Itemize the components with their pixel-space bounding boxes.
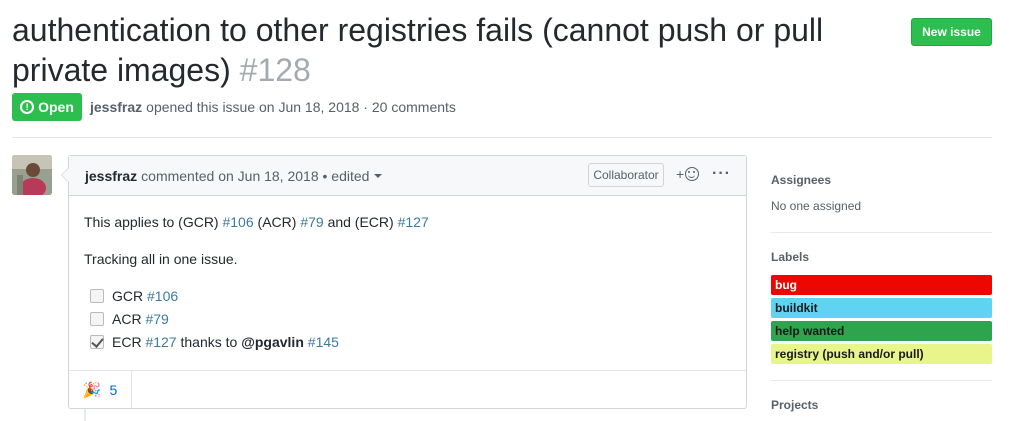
sidebar-divider: [771, 232, 992, 233]
issue-author-link[interactable]: jessfraz: [90, 99, 142, 115]
label-buildkit[interactable]: buildkit: [771, 298, 992, 318]
user-mention-link[interactable]: @pgavlin: [241, 332, 304, 352]
issue-ref-link[interactable]: #127: [398, 214, 429, 230]
status-label: Open: [38, 99, 74, 115]
sidebar-divider: [771, 380, 992, 381]
body-text: and (ECR): [327, 214, 394, 230]
label-name: bug: [775, 278, 797, 292]
issue-number: #128: [239, 52, 311, 88]
comment-paragraph: Tracking all in one issue.: [84, 251, 238, 267]
label-registry[interactable]: registry (push and/or pull): [771, 344, 992, 364]
issue-ref-link[interactable]: #79: [300, 214, 323, 230]
issue-ref-link[interactable]: #79: [145, 309, 168, 329]
issue-title-text: authentication to other registries fails…: [12, 12, 824, 88]
smiley-icon: [685, 167, 700, 181]
task-checkbox[interactable]: [90, 311, 104, 326]
comment-author-link[interactable]: jessfraz: [85, 168, 137, 184]
task-item: GCR #106: [84, 284, 731, 307]
task-item: ECR #127 thanks to @pgavlin #145: [84, 330, 731, 353]
avatar[interactable]: [12, 155, 52, 195]
reactions-bar: 🎉 5: [69, 370, 746, 408]
task-checkbox[interactable]: [90, 288, 104, 303]
comment-body: This applies to (GCR) #106 (ACR) #79 and…: [69, 196, 746, 369]
issue-ref-link[interactable]: #127: [145, 332, 176, 352]
tada-icon: 🎉: [82, 381, 102, 399]
body-text: This applies to (GCR): [84, 214, 219, 230]
labels-heading[interactable]: Labels: [771, 250, 809, 264]
header-divider: [12, 137, 992, 138]
more-options-button[interactable]: ···: [712, 166, 731, 182]
label-name: help wanted: [775, 324, 845, 338]
task-checkbox-checked[interactable]: [90, 334, 104, 349]
reaction-tada-button[interactable]: 🎉 5: [69, 371, 132, 408]
issue-opened-icon: !: [20, 100, 35, 114]
task-list: GCR #106 ACR #79 ECR #127 thanks to @pga…: [84, 284, 731, 353]
task-text: thanks to: [180, 333, 238, 350]
projects-heading[interactable]: Projects: [771, 398, 818, 412]
issue-ref-link[interactable]: #106: [222, 214, 253, 230]
new-issue-button[interactable]: New issue: [911, 18, 992, 46]
issue-title: authentication to other registries fails…: [12, 10, 892, 90]
issue-ref-link[interactable]: #106: [147, 286, 178, 306]
body-text: (ACR): [257, 214, 297, 230]
label-help-wanted[interactable]: help wanted: [771, 321, 992, 341]
assignees-value: No one assigned: [771, 199, 862, 213]
label-name: registry (push and/or pull): [775, 347, 924, 361]
label-bug[interactable]: bug: [771, 275, 992, 295]
label-name: buildkit: [775, 301, 818, 315]
issue-meta: ! Open jessfraz opened this issue on Jun…: [12, 93, 456, 121]
comment-header: jessfraz commented on Jun 18, 2018 • edi…: [69, 156, 746, 196]
task-item: ACR #79: [84, 307, 731, 330]
timeline-line: [84, 409, 86, 421]
add-reaction-button[interactable]: +: [676, 166, 700, 182]
collaborator-label: Collaborator: [588, 163, 664, 187]
avatar-image: [12, 155, 52, 195]
chevron-down-icon[interactable]: [374, 173, 383, 178]
status-badge: ! Open: [12, 93, 82, 121]
assignees-heading[interactable]: Assignees: [771, 173, 831, 187]
issue-ref-link[interactable]: #145: [308, 332, 339, 352]
issue-opened-text: opened this issue on Jun 18, 2018 · 20 c…: [146, 99, 456, 115]
comment: jessfraz commented on Jun 18, 2018 • edi…: [61, 155, 747, 409]
task-text: ECR: [112, 333, 142, 350]
task-text: GCR: [112, 287, 144, 304]
comment-paragraph: This applies to (GCR) #106 (ACR) #79 and…: [84, 212, 731, 232]
comment-meta[interactable]: commented on Jun 18, 2018 • edited: [141, 168, 369, 184]
plus-label: +: [676, 166, 685, 182]
reaction-count: 5: [109, 381, 118, 398]
task-text: ACR: [112, 310, 142, 327]
